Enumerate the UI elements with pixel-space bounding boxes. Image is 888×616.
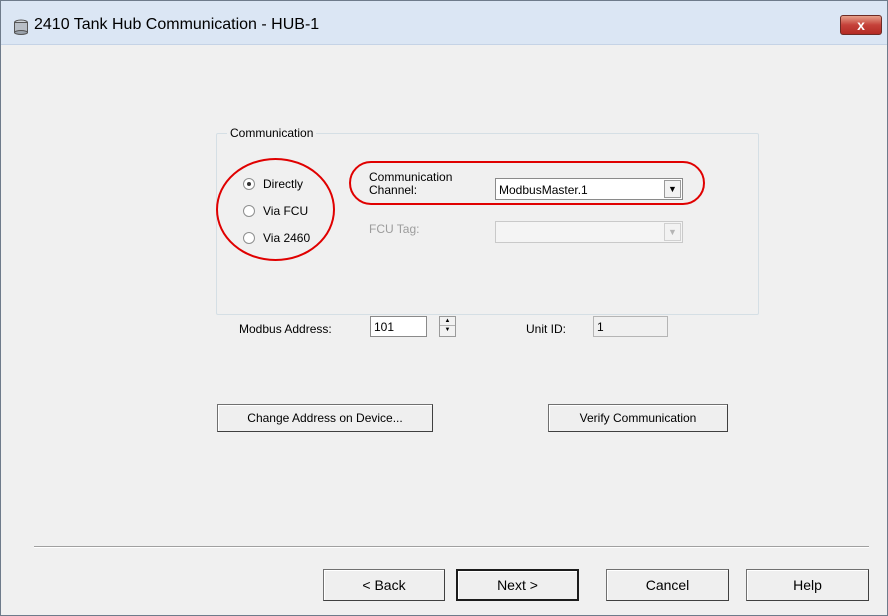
modbus-address-input[interactable]: 101 — [370, 316, 427, 337]
window-title: 2410 Tank Hub Communication - HUB-1 — [34, 16, 320, 33]
modbus-address-label: Modbus Address: — [239, 322, 332, 336]
next-button[interactable]: Next > — [456, 569, 579, 601]
chevron-down-icon: ▼ — [664, 223, 681, 241]
radio-via-2460-indicator[interactable] — [243, 232, 255, 244]
channel-label-line2: Channel: — [369, 183, 418, 197]
unit-id-value: 1 — [597, 320, 604, 334]
help-button[interactable]: Help — [746, 569, 869, 601]
close-button[interactable]: x — [840, 15, 882, 35]
communication-group-label: Communication — [227, 126, 317, 140]
radio-via-2460-label: Via 2460 — [263, 231, 311, 245]
title-bar: 2410 Tank Hub Communication - HUB-1 x — [1, 1, 887, 45]
dialog-client-area: Communication Directly Via FCU Via 2460 … — [11, 46, 879, 614]
spin-up-icon[interactable]: ▲ — [440, 317, 455, 326]
radio-via-fcu-label: Via FCU — [263, 204, 309, 218]
tank-icon — [14, 19, 28, 35]
radio-via-fcu[interactable]: Via FCU — [243, 204, 308, 218]
channel-label: Communication Channel: — [369, 171, 452, 197]
fcu-tag-dropdown: ▼ — [495, 221, 683, 243]
channel-dropdown-value: ModbusMaster.1 — [499, 183, 588, 197]
fcu-tag-label: FCU Tag: — [369, 222, 420, 236]
modbus-address-spinner[interactable]: ▲ ▼ — [439, 316, 456, 337]
channel-dropdown[interactable]: ModbusMaster.1 ▼ — [495, 178, 683, 200]
dialog-window: 2410 Tank Hub Communication - HUB-1 x Co… — [0, 0, 888, 616]
verify-communication-button[interactable]: Verify Communication — [548, 404, 728, 432]
cancel-button[interactable]: Cancel — [606, 569, 729, 601]
unit-id-field: 1 — [593, 316, 668, 337]
radio-directly-label: Directly — [263, 177, 304, 191]
spin-down-icon[interactable]: ▼ — [440, 326, 455, 335]
close-icon: x — [857, 17, 865, 33]
footer-separator — [34, 546, 869, 548]
radio-directly[interactable]: Directly — [243, 177, 303, 191]
radio-via-2460[interactable]: Via 2460 — [243, 231, 310, 245]
communication-group: Communication Directly Via FCU Via 2460 … — [216, 126, 759, 315]
back-button[interactable]: < Back — [323, 569, 445, 601]
radio-via-fcu-indicator[interactable] — [243, 205, 255, 217]
radio-directly-indicator[interactable] — [243, 178, 255, 190]
unit-id-label: Unit ID: — [526, 322, 567, 336]
chevron-down-icon[interactable]: ▼ — [664, 180, 681, 198]
change-address-button[interactable]: Change Address on Device... — [217, 404, 433, 432]
modbus-address-value: 101 — [374, 320, 395, 334]
